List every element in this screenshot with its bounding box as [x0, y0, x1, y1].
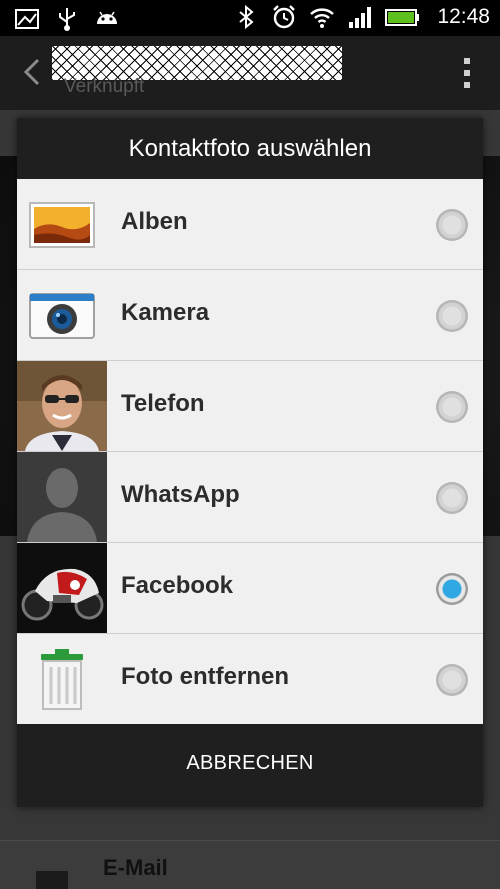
usb-icon — [59, 8, 75, 31]
option-label: Kamera — [121, 299, 210, 326]
album-icon — [29, 202, 95, 248]
dialog-footer: ABBRECHEN — [17, 724, 483, 807]
person-photo — [17, 361, 107, 451]
dialog-header: Kontaktfoto auswählen — [17, 118, 483, 179]
option-facebook[interactable]: Facebook — [17, 543, 483, 634]
option-whatsapp[interactable]: WhatsApp — [17, 452, 483, 543]
camera-icon — [29, 293, 95, 339]
trash-icon — [41, 649, 83, 710]
radio-alben[interactable] — [436, 209, 468, 241]
radio-foto-entfernen[interactable] — [436, 664, 468, 696]
bluetooth-icon — [239, 4, 254, 30]
radio-facebook[interactable] — [436, 573, 468, 605]
redacted-contact-name — [52, 46, 342, 80]
option-label: WhatsApp — [121, 481, 240, 508]
alarm-icon — [273, 5, 296, 29]
option-label: Foto entfernen — [121, 663, 289, 690]
option-label: Facebook — [121, 572, 234, 599]
signal-icon — [349, 7, 372, 28]
radio-telefon[interactable] — [436, 391, 468, 423]
battery-icon — [385, 9, 420, 26]
dialog-title: Kontaktfoto auswählen — [128, 135, 372, 162]
option-foto-entfernen[interactable]: Foto entfernen — [17, 634, 483, 725]
overflow-menu-icon[interactable] — [464, 58, 472, 88]
radio-kamera[interactable] — [436, 300, 468, 332]
picture-icon — [15, 9, 39, 29]
action-bar: Verknüpft — [0, 36, 500, 110]
default-avatar-icon — [17, 452, 107, 542]
option-telefon[interactable]: Telefon — [17, 361, 483, 452]
back-arrow-icon[interactable] — [22, 58, 42, 86]
radio-whatsapp[interactable] — [436, 482, 468, 514]
option-label: Telefon — [121, 390, 205, 417]
motorcycle-photo — [17, 543, 107, 633]
choose-photo-dialog: Kontaktfoto auswählen Alben Kamera Telef… — [17, 118, 483, 807]
cancel-button[interactable]: ABBRECHEN — [17, 752, 483, 775]
option-label: Alben — [121, 208, 188, 235]
wifi-icon — [310, 8, 335, 28]
action-bar-subtitle: Verknüpft — [64, 76, 145, 97]
status-bar: 12:48 — [0, 0, 500, 36]
android-icon — [97, 11, 117, 24]
status-clock: 12:48 — [437, 5, 490, 28]
option-alben[interactable]: Alben — [17, 179, 483, 270]
option-kamera[interactable]: Kamera — [17, 270, 483, 361]
